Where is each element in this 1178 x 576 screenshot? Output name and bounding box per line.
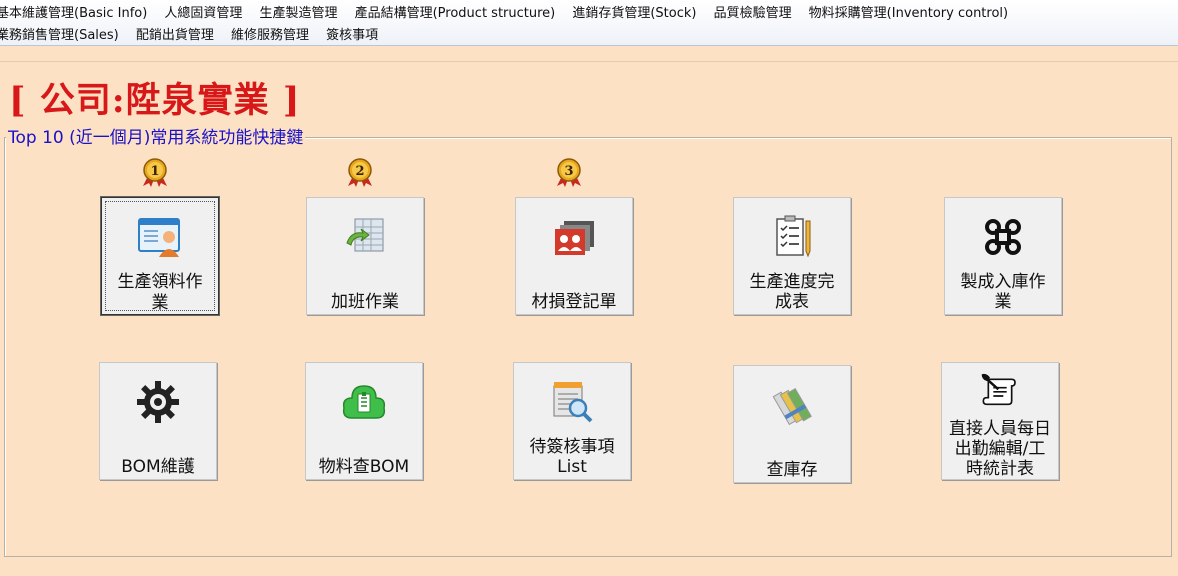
rank-2-medal-icon: 2 — [348, 158, 372, 187]
shortcut-overtime[interactable]: 加班作業 — [306, 197, 424, 315]
tile-label: 加班作業 — [331, 292, 399, 312]
menu-sales[interactable]: 業務銷售管理(Sales) — [0, 26, 119, 46]
menu-distribution[interactable]: 配銷出貨管理 — [136, 26, 214, 46]
menu-product-structure[interactable]: 產品結構管理(Product structure) — [355, 4, 556, 24]
tile-label: BOM維護 — [121, 457, 195, 477]
menu-basic-info[interactable]: 基本維護管理(Basic Info) — [0, 4, 147, 24]
shortcut-production-material-issue[interactable]: 生產領料作業 — [101, 197, 219, 315]
tile-label: 生產進度完成表 — [749, 272, 835, 312]
rank-3-label: 3 — [564, 164, 573, 179]
tile-label: 直接人員每日出勤編輯/工時統計表 — [949, 419, 1051, 479]
menu-row-2: 業務銷售管理(Sales) 配銷出貨管理 維修服務管理 簽核事項 — [0, 24, 390, 44]
gear-icon — [137, 381, 179, 423]
menu-inventory-control[interactable]: 物料採購管理(Inventory control) — [809, 4, 1008, 24]
shortcuts-group-title: Top 10 (近一個月)常用系統功能快捷鍵 — [6, 127, 306, 149]
menu-row-1: 基本維護管理(Basic Info) 人總固資管理 生產製造管理 產品結構管理(… — [0, 2, 1020, 22]
tile-label: 材損登記單 — [531, 292, 617, 312]
tile-label: 查庫存 — [766, 460, 818, 480]
rank-3-medal-icon: 3 — [557, 158, 581, 187]
rank-1-medal-icon: 1 — [143, 158, 167, 187]
menu-quality[interactable]: 品質檢驗管理 — [714, 4, 792, 24]
menu-service[interactable]: 維修服務管理 — [231, 26, 309, 46]
shortcut-production-progress[interactable]: 生產進度完成表 — [733, 197, 851, 315]
tile-label: 製成入庫作業 — [960, 272, 1046, 312]
shortcut-finished-goods-receipt[interactable]: 製成入庫作業 — [944, 197, 1062, 315]
color-swatches-icon — [772, 387, 812, 426]
id-cards-icon — [555, 221, 594, 255]
user-card-icon — [138, 218, 180, 257]
tile-label: 生產領料作業 — [117, 272, 203, 313]
shortcut-stock-query[interactable]: 查庫存 — [733, 365, 851, 483]
shortcut-bom-maintenance[interactable]: BOM維護 — [99, 362, 217, 480]
company-title: [ 公司:陞泉實業 ] — [9, 80, 301, 121]
scroll-quill-icon — [981, 373, 1016, 406]
menu-approvals[interactable]: 簽核事項 — [326, 26, 378, 46]
menu-production[interactable]: 生產製造管理 — [260, 4, 338, 24]
green-cloud-icon — [342, 385, 386, 419]
command-key-icon — [985, 219, 1021, 255]
menu-stock[interactable]: 進銷存貨管理(Stock) — [572, 4, 696, 24]
rank-2-label: 2 — [355, 164, 364, 179]
shortcut-pending-approvals[interactable]: 待簽核事項List — [513, 362, 631, 480]
checklist-pencil-icon — [776, 215, 811, 258]
menu-hr-assets[interactable]: 人總固資管理 — [164, 4, 242, 24]
document-search-icon — [553, 382, 593, 423]
shortcut-material-bom-query[interactable]: 物料查BOM — [305, 362, 423, 480]
rank-1-label: 1 — [150, 164, 159, 179]
shortcut-material-loss[interactable]: 材損登記單 — [515, 197, 633, 315]
tile-label: 物料查BOM — [318, 457, 410, 477]
shortcut-direct-labor-attendance[interactable]: 直接人員每日出勤編輯/工時統計表 — [941, 362, 1059, 480]
spreadsheet-arrow-icon — [346, 218, 384, 252]
tile-label: 待簽核事項List — [529, 437, 615, 477]
divider — [0, 61, 1178, 62]
menu-bar: 基本維護管理(Basic Info) 人總固資管理 生產製造管理 產品結構管理(… — [0, 0, 1178, 46]
